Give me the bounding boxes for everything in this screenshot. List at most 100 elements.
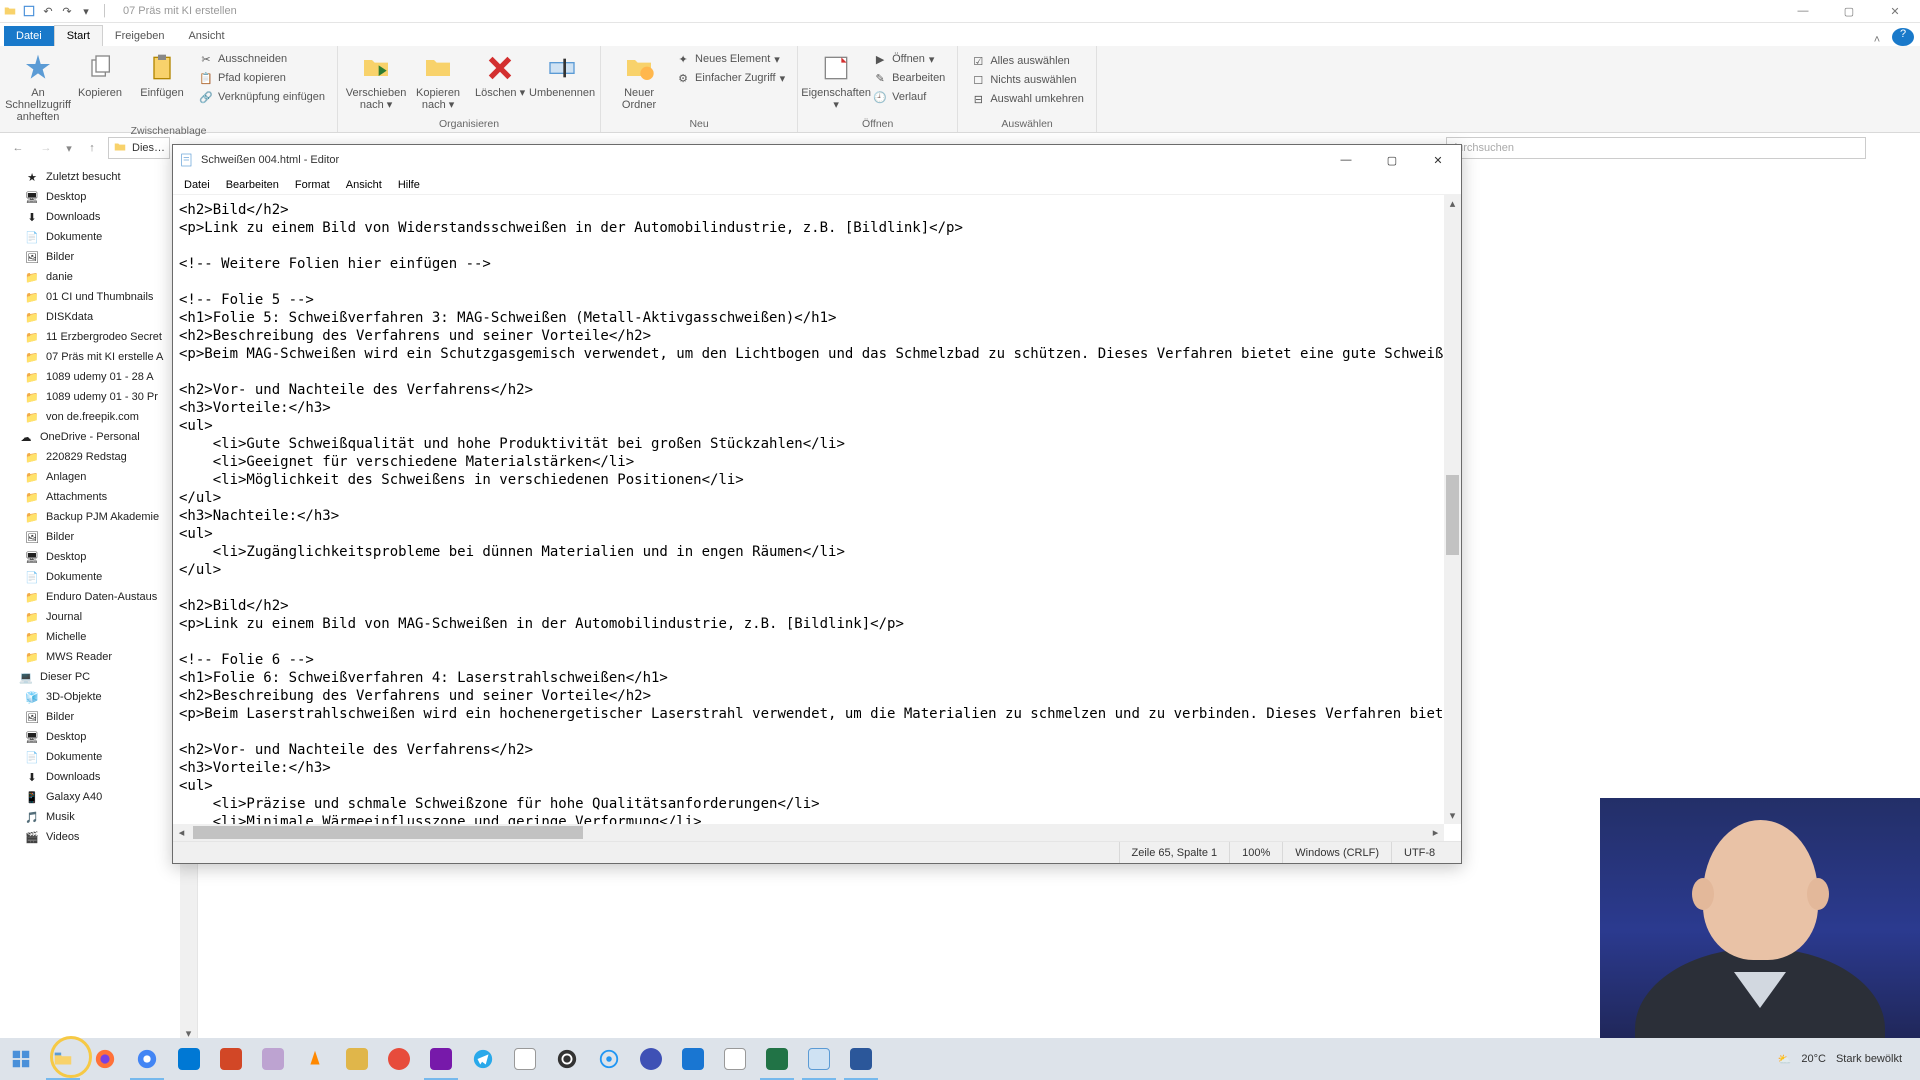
properties-icon[interactable] xyxy=(21,3,37,19)
ribbon-collapse-icon[interactable]: ˄ xyxy=(1862,34,1892,46)
np-maximize-button[interactable]: ▢ xyxy=(1369,145,1415,175)
scroll-up-icon[interactable]: ▴ xyxy=(1444,195,1461,212)
tree-item[interactable]: 📁11 Erzbergrodeo Secret xyxy=(0,327,197,347)
tree-item[interactable]: 🖼Bilder xyxy=(0,527,197,547)
taskbar-notepad[interactable] xyxy=(798,1038,840,1080)
tree-item[interactable]: 🖥Desktop xyxy=(0,187,197,207)
tree-item[interactable]: ★Zuletzt besucht xyxy=(0,167,197,187)
horizontal-scrollbar[interactable]: ◂ ▸ xyxy=(173,824,1444,841)
tree-item[interactable]: 🖼Bilder xyxy=(0,247,197,267)
tree-item[interactable]: 📁220829 Redstag xyxy=(0,447,197,467)
new-folder-button[interactable]: Neuer Ordner xyxy=(609,50,669,113)
copy-path-button[interactable]: 📋Pfad kopieren xyxy=(194,69,329,87)
taskbar-chrome[interactable] xyxy=(126,1038,168,1080)
weather-desc[interactable]: Stark bewölkt xyxy=(1836,1053,1902,1065)
menu-file[interactable]: Datei xyxy=(177,178,217,192)
easy-access-button[interactable]: ⚙Einfacher Zugriff ▾ xyxy=(671,69,789,87)
taskbar-vlc[interactable] xyxy=(294,1038,336,1080)
tree-item[interactable]: 📁Attachments xyxy=(0,487,197,507)
taskbar-app-generic3[interactable] xyxy=(504,1038,546,1080)
tree-item[interactable]: 📱Galaxy A40 xyxy=(0,787,197,807)
tree-item[interactable]: 📄Dokumente xyxy=(0,747,197,767)
taskbar-app-generic2[interactable] xyxy=(378,1038,420,1080)
tree-item[interactable]: ⬇Downloads xyxy=(0,207,197,227)
move-button[interactable]: Verschieben nach ▾ xyxy=(346,50,406,113)
paste-button[interactable]: Einfügen xyxy=(132,50,192,125)
tree-item[interactable]: 🖼Bilder xyxy=(0,707,197,727)
help-icon[interactable]: ? xyxy=(1892,28,1914,46)
tree-item[interactable]: 📁1089 udemy 01 - 28 A xyxy=(0,367,197,387)
taskbar-explorer[interactable] xyxy=(42,1038,84,1080)
copy-button[interactable]: Kopieren xyxy=(70,50,130,125)
new-item-button[interactable]: ✦Neues Element ▾ xyxy=(671,50,789,68)
forward-button[interactable]: → xyxy=(34,136,58,160)
tree-item[interactable]: 💻Dieser PC xyxy=(0,667,197,687)
tree-item[interactable]: 📁MWS Reader xyxy=(0,647,197,667)
taskbar-powerpoint[interactable] xyxy=(210,1038,252,1080)
tree-item[interactable]: 📄Dokumente xyxy=(0,227,197,247)
taskbar-app-generic6[interactable] xyxy=(714,1038,756,1080)
invert-selection-button[interactable]: ⊟Auswahl umkehren xyxy=(966,90,1088,108)
tab-start[interactable]: Start xyxy=(54,25,103,46)
dropdown-icon[interactable]: ▾ xyxy=(78,3,94,19)
history-button[interactable]: 🕘Verlauf xyxy=(868,88,949,106)
taskbar-outlook[interactable] xyxy=(168,1038,210,1080)
taskbar-onenote[interactable] xyxy=(420,1038,462,1080)
nav-tree[interactable]: ★Zuletzt besucht🖥Desktop⬇Downloads📄Dokum… xyxy=(0,163,198,1042)
start-button[interactable] xyxy=(0,1038,42,1080)
tree-item[interactable]: 📁07 Präs mit KI erstelle A xyxy=(0,347,197,367)
redo-icon[interactable]: ↷ xyxy=(59,3,75,19)
maximize-button[interactable]: ▢ xyxy=(1826,0,1872,23)
tree-item[interactable]: ☁OneDrive - Personal xyxy=(0,427,197,447)
tab-view[interactable]: Ansicht xyxy=(176,26,236,46)
tree-item[interactable]: 📁Journal xyxy=(0,607,197,627)
tree-item[interactable]: 📁danie xyxy=(0,267,197,287)
notepad-text-area[interactable]: <h2>Bild</h2> <p>Link zu einem Bild von … xyxy=(173,195,1444,824)
weather-icon[interactable]: ⛅ xyxy=(1778,1053,1792,1066)
up-button[interactable]: ↑ xyxy=(80,136,104,160)
tree-item[interactable]: 📁Anlagen xyxy=(0,467,197,487)
cut-button[interactable]: ✂Ausschneiden xyxy=(194,50,329,68)
taskbar-app-generic1[interactable] xyxy=(336,1038,378,1080)
close-button[interactable]: ✕ xyxy=(1872,0,1918,23)
tree-item[interactable]: 🖥Desktop xyxy=(0,547,197,567)
tree-item[interactable]: 📁Enduro Daten-Austaus xyxy=(0,587,197,607)
taskbar-firefox[interactable] xyxy=(84,1038,126,1080)
menu-view[interactable]: Ansicht xyxy=(339,178,389,192)
tab-share[interactable]: Freigeben xyxy=(103,26,177,46)
tree-item[interactable]: 📄Dokumente xyxy=(0,567,197,587)
undo-icon[interactable]: ↶ xyxy=(40,3,56,19)
tree-item[interactable]: 📁DISKdata xyxy=(0,307,197,327)
scrollbar-thumb[interactable] xyxy=(1446,475,1459,555)
back-button[interactable]: ← xyxy=(6,136,30,160)
scrollbar-thumb[interactable] xyxy=(193,826,583,839)
taskbar-excel[interactable] xyxy=(756,1038,798,1080)
taskbar-record[interactable] xyxy=(588,1038,630,1080)
search-input[interactable]: durchsuchen xyxy=(1446,137,1866,159)
taskbar-telegram[interactable] xyxy=(462,1038,504,1080)
tree-item[interactable]: 📁Backup PJM Akademie xyxy=(0,507,197,527)
edit-button[interactable]: ✎Bearbeiten xyxy=(868,69,949,87)
np-close-button[interactable]: ✕ xyxy=(1415,145,1461,175)
tree-item[interactable]: 🎬Videos xyxy=(0,827,197,847)
np-minimize-button[interactable]: — xyxy=(1323,145,1369,175)
tree-item[interactable]: 🧊3D-Objekte xyxy=(0,687,197,707)
tree-item[interactable]: 📁von de.freepik.com xyxy=(0,407,197,427)
tree-item[interactable]: 📁01 CI und Thumbnails xyxy=(0,287,197,307)
tab-file[interactable]: Datei xyxy=(4,26,54,46)
menu-edit[interactable]: Bearbeiten xyxy=(219,178,286,192)
properties-button[interactable]: Eigenschaften ▾ xyxy=(806,50,866,113)
copy-to-button[interactable]: Kopieren nach ▾ xyxy=(408,50,468,113)
paste-link-button[interactable]: 🔗Verknüpfung einfügen xyxy=(194,88,329,106)
vertical-scrollbar[interactable]: ▴ ▾ xyxy=(1444,195,1461,824)
tree-item[interactable]: 📁Michelle xyxy=(0,627,197,647)
select-all-button[interactable]: ☑Alles auswählen xyxy=(966,52,1088,70)
tree-item[interactable]: 🖥Desktop xyxy=(0,727,197,747)
tree-item[interactable]: 🎵Musik xyxy=(0,807,197,827)
delete-button[interactable]: Löschen ▾ xyxy=(470,50,530,113)
scroll-left-icon[interactable]: ◂ xyxy=(173,824,190,841)
weather-temp[interactable]: 20°C xyxy=(1801,1053,1826,1065)
minimize-button[interactable]: — xyxy=(1780,0,1826,23)
menu-format[interactable]: Format xyxy=(288,178,337,192)
select-none-button[interactable]: ☐Nichts auswählen xyxy=(966,71,1088,89)
